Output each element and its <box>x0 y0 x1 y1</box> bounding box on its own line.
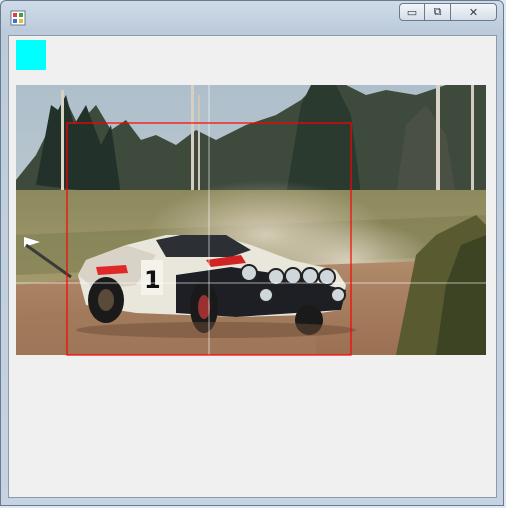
photo-image: 1 <box>16 85 486 355</box>
maximize-icon: ⧉ <box>433 5 442 18</box>
minimize-icon: ▭ <box>406 5 418 19</box>
title-bar[interactable]: ▭ ⧉ ✕ <box>1 1 503 33</box>
color-swatch <box>16 40 46 70</box>
svg-text:1: 1 <box>144 266 161 294</box>
minimize-button[interactable]: ▭ <box>399 3 425 21</box>
close-icon: ✕ <box>468 5 479 19</box>
maximize-button[interactable]: ⧉ <box>425 3 451 21</box>
close-button[interactable]: ✕ <box>451 3 497 21</box>
app-icon <box>10 10 26 26</box>
rally-car-photo: 1 <box>16 85 486 355</box>
